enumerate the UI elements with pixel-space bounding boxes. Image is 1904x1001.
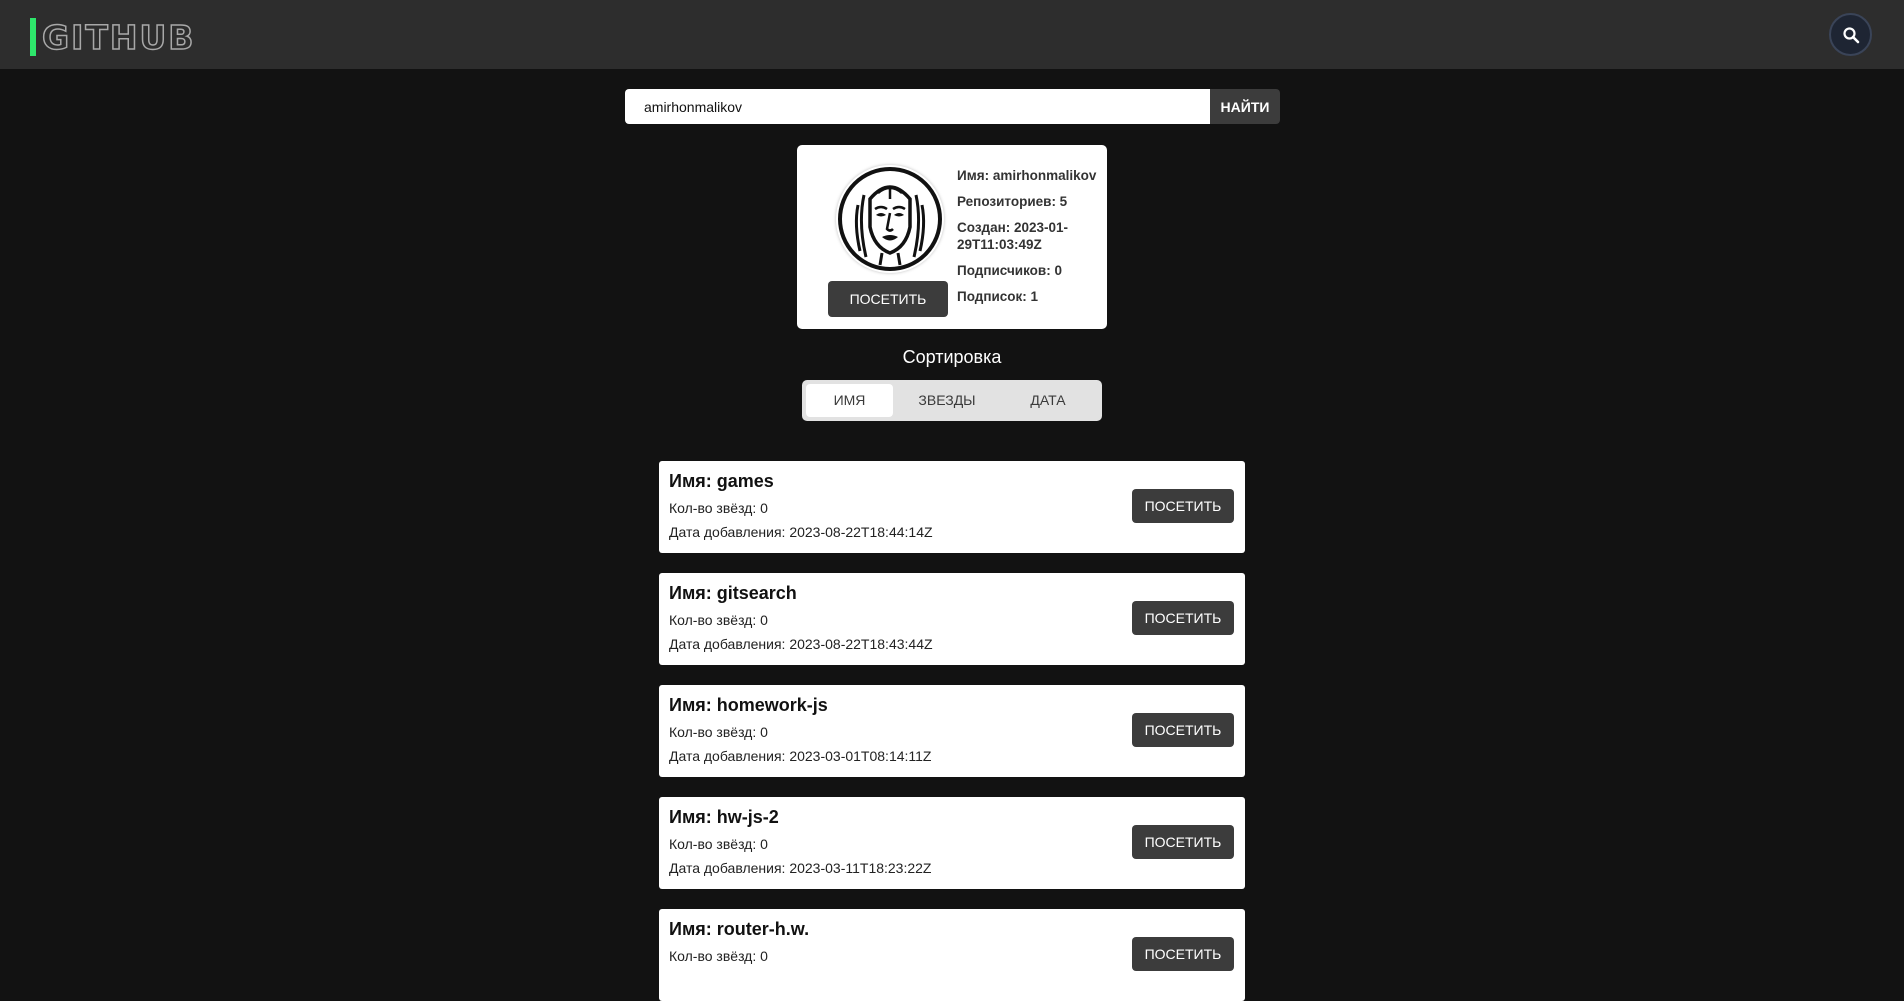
repo-card: Имя: games Кол-во звёзд: 0 Дата добавлен… — [659, 461, 1245, 553]
repo-visit-button[interactable]: ПОСЕТИТЬ — [1132, 601, 1234, 635]
profile-card: ПОСЕТИТЬ Имя: amirhonmalikov Репозиторие… — [797, 145, 1107, 329]
repo-card: Имя: hw-js-2 Кол-во звёзд: 0 Дата добавл… — [659, 797, 1245, 889]
repo-name: Имя: homework-js — [669, 695, 828, 715]
repo-name: Имя: gitsearch — [669, 583, 797, 603]
repo-card: Имя: homework-js Кол-во звёзд: 0 Дата до… — [659, 685, 1245, 777]
sort-tab-name[interactable]: ИМЯ — [806, 384, 893, 417]
search-button[interactable]: НАЙТИ — [1210, 89, 1280, 124]
logo-accent-bar — [30, 18, 36, 56]
app-header: GITHUB — [0, 0, 1904, 69]
repo-stars: Кол-во звёзд: 0 — [669, 836, 768, 852]
sort-title: Сортировка — [902, 347, 1002, 367]
logo-text: GITHUB — [41, 17, 196, 58]
repo-date: Дата добавления: 2023-08-22T18:44:14Z — [669, 524, 933, 540]
repo-visit-button[interactable]: ПОСЕТИТЬ — [1132, 489, 1234, 523]
sort-tabs: ИМЯ ЗВЕЗДЫ ДАТА — [802, 380, 1102, 421]
profile-followers: Подписчиков: 0 — [957, 263, 1062, 278]
profile-repos-count: Репозиториев: 5 — [957, 194, 1068, 209]
visit-profile-button[interactable]: ПОСЕТИТЬ — [828, 281, 948, 317]
repo-visit-button[interactable]: ПОСЕТИТЬ — [1132, 713, 1234, 747]
face-avatar-icon — [836, 165, 944, 273]
search-input[interactable] — [625, 89, 1211, 124]
sort-tab-date[interactable]: ДАТА — [1002, 384, 1094, 417]
profile-following: Подписок: 1 — [957, 289, 1039, 304]
logo[interactable]: GITHUB — [30, 17, 196, 58]
search-toggle-button[interactable] — [1829, 13, 1872, 56]
repo-visit-button[interactable]: ПОСЕТИТЬ — [1132, 937, 1234, 971]
repo-date: Дата добавления: 2023-03-01T08:14:11Z — [669, 748, 932, 764]
repo-stars: Кол-во звёзд: 0 — [669, 500, 768, 516]
repo-card: Имя: gitsearch Кол-во звёзд: 0 Дата доба… — [659, 573, 1245, 665]
search-icon — [1842, 26, 1859, 43]
profile-info: Имя: amirhonmalikov Репозиториев: 5 Созд… — [957, 167, 1102, 314]
sort-tab-stars[interactable]: ЗВЕЗДЫ — [900, 384, 994, 417]
repo-card: Имя: router-h.w. Кол-во звёзд: 0 ПОСЕТИТ… — [659, 909, 1245, 1001]
repo-date: Дата добавления: 2023-03-11T18:23:22Z — [669, 860, 932, 876]
repo-name: Имя: router-h.w. — [669, 919, 810, 939]
repo-stars: Кол-во звёзд: 0 — [669, 948, 768, 964]
repo-visit-button[interactable]: ПОСЕТИТЬ — [1132, 825, 1234, 859]
repo-stars: Кол-во звёзд: 0 — [669, 724, 768, 740]
repo-stars: Кол-во звёзд: 0 — [669, 612, 768, 628]
repo-name: Имя: hw-js-2 — [669, 807, 779, 827]
profile-name: Имя: amirhonmalikov — [957, 168, 1097, 183]
repo-name: Имя: games — [669, 471, 774, 491]
repo-date: Дата добавления: 2023-08-22T18:43:44Z — [669, 636, 933, 652]
profile-created: Создан: 2023-01-29T11:03:49Z — [957, 220, 1069, 252]
